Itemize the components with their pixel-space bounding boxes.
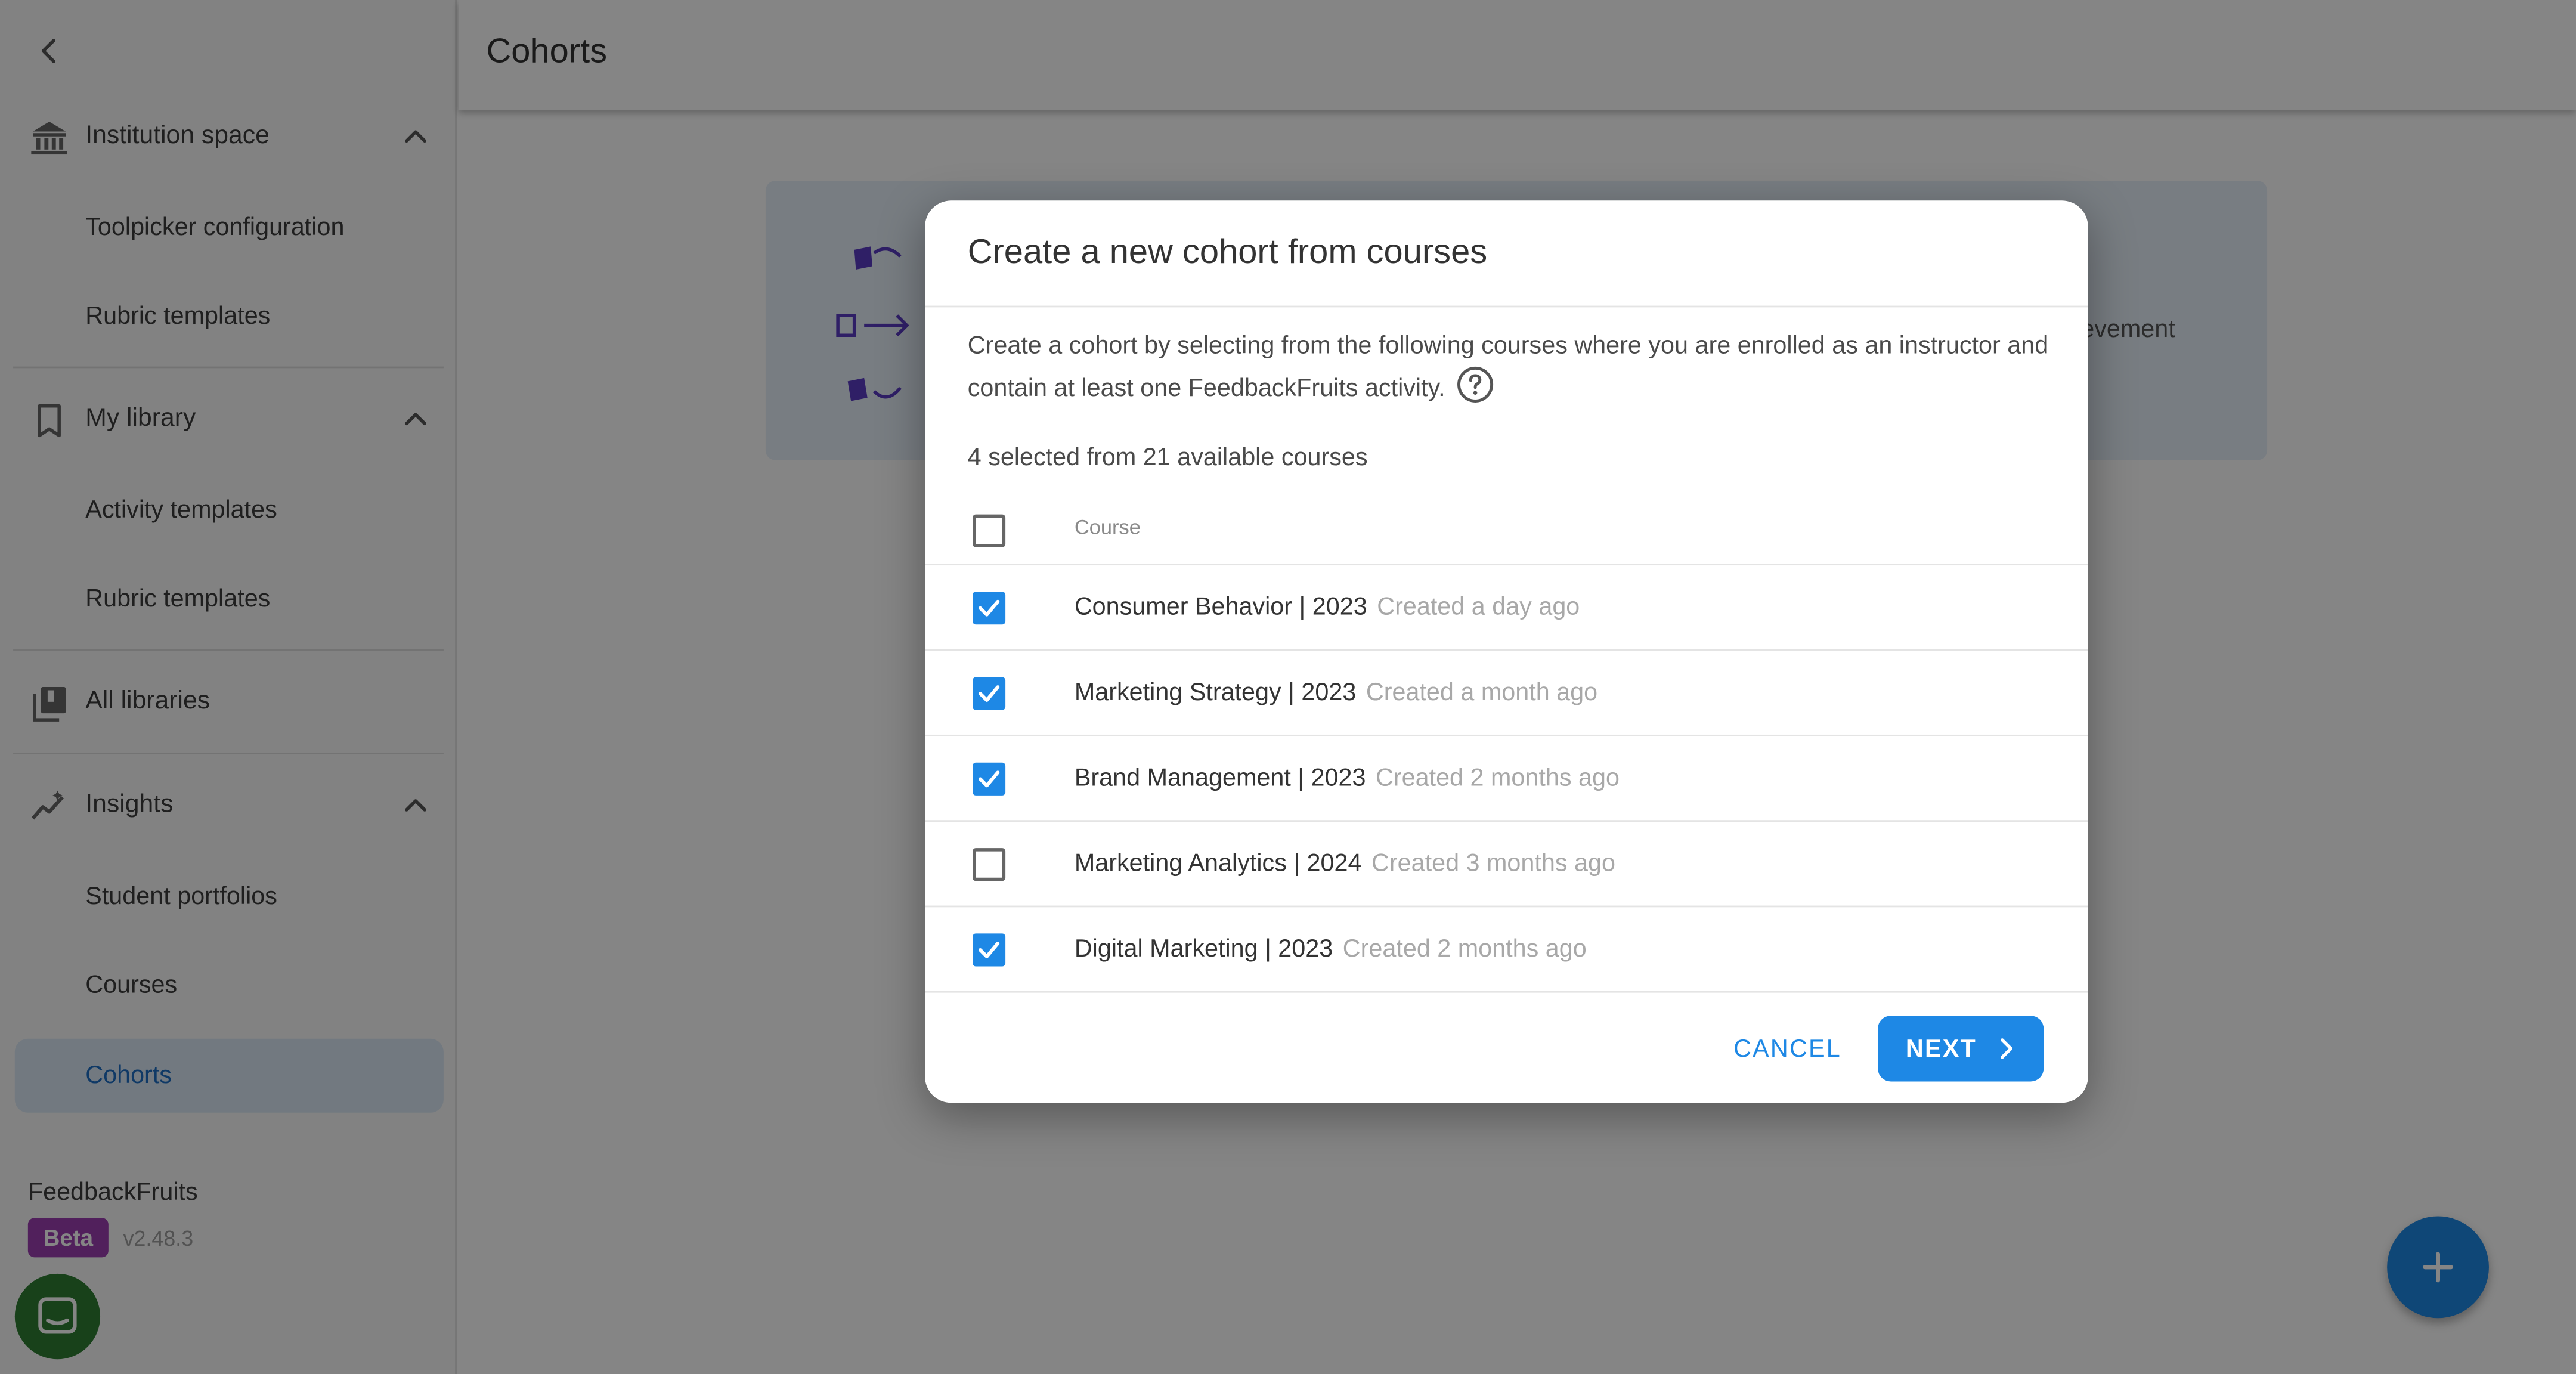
course-created: Created 2 months ago xyxy=(1342,935,1587,964)
course-name: Marketing Strategy | 2023 xyxy=(1074,679,1357,707)
dialog-title: Create a new cohort from courses xyxy=(967,233,1488,271)
table-row[interactable]: Marketing Analytics | 2024 Created 3 mont… xyxy=(925,822,2088,908)
course-checkbox[interactable] xyxy=(973,762,1006,796)
check-icon xyxy=(978,599,1000,617)
table-row[interactable]: Brand Management | 2023 Created 2 months … xyxy=(925,736,2088,822)
course-created: Created 2 months ago xyxy=(1376,764,1620,793)
course-name: Digital Marketing | 2023 xyxy=(1074,935,1333,964)
course-checkbox[interactable] xyxy=(973,933,1006,967)
selection-count: 4 selected from 21 available courses xyxy=(967,444,1368,472)
select-all-checkbox[interactable] xyxy=(973,514,1006,547)
course-label: Consumer Behavior | 2023 Created a day ag… xyxy=(1075,593,1580,621)
dialog-divider xyxy=(925,305,2088,308)
next-button-label: NEXT xyxy=(1905,1034,1977,1063)
column-header-course: Course xyxy=(1074,516,1141,539)
check-icon xyxy=(978,685,1000,702)
cancel-button[interactable]: CANCEL xyxy=(1715,1016,1859,1081)
table-row[interactable]: Digital Marketing | 2023 Created 2 months… xyxy=(925,907,2088,993)
app-root: Institution space Toolpicker configurati… xyxy=(0,0,2576,1374)
course-name: Marketing Analytics | 2024 xyxy=(1074,849,1362,878)
course-label: Brand Management | 2023 Created 2 months … xyxy=(1075,765,1620,793)
check-icon xyxy=(978,770,1000,788)
next-button[interactable]: NEXT xyxy=(1878,1016,2044,1082)
course-name: Consumer Behavior | 2023 xyxy=(1074,593,1367,621)
table-header: Course xyxy=(925,493,2088,566)
course-created: Created 3 months ago xyxy=(1371,849,1615,878)
course-checkbox[interactable] xyxy=(973,848,1006,881)
course-label: Marketing Strategy | 2023 Created a month… xyxy=(1075,679,1597,707)
help-icon[interactable] xyxy=(1455,365,1494,404)
course-checkbox[interactable] xyxy=(973,592,1006,625)
course-label: Digital Marketing | 2023 Created 2 months… xyxy=(1075,935,1587,963)
course-name: Brand Management | 2023 xyxy=(1074,764,1366,793)
table-row[interactable]: Consumer Behavior | 2023 Created a day ag… xyxy=(925,565,2088,651)
dialog-description-block: Create a cohort by selecting from the fo… xyxy=(968,326,2052,411)
table-row[interactable]: Marketing Strategy | 2023 Created a month… xyxy=(925,651,2088,736)
chevron-right-icon xyxy=(2001,1038,2012,1059)
course-checkbox[interactable] xyxy=(973,677,1006,710)
create-cohort-dialog: Create a new cohort from courses Create … xyxy=(925,200,2088,1103)
course-created: Created a day ago xyxy=(1377,593,1580,621)
dialog-description: Create a cohort by selecting from the fo… xyxy=(967,332,2049,403)
course-label: Marketing Analytics | 2024 Created 3 mont… xyxy=(1075,850,1615,878)
check-icon xyxy=(978,942,1000,958)
course-created: Created a month ago xyxy=(1366,679,1598,707)
